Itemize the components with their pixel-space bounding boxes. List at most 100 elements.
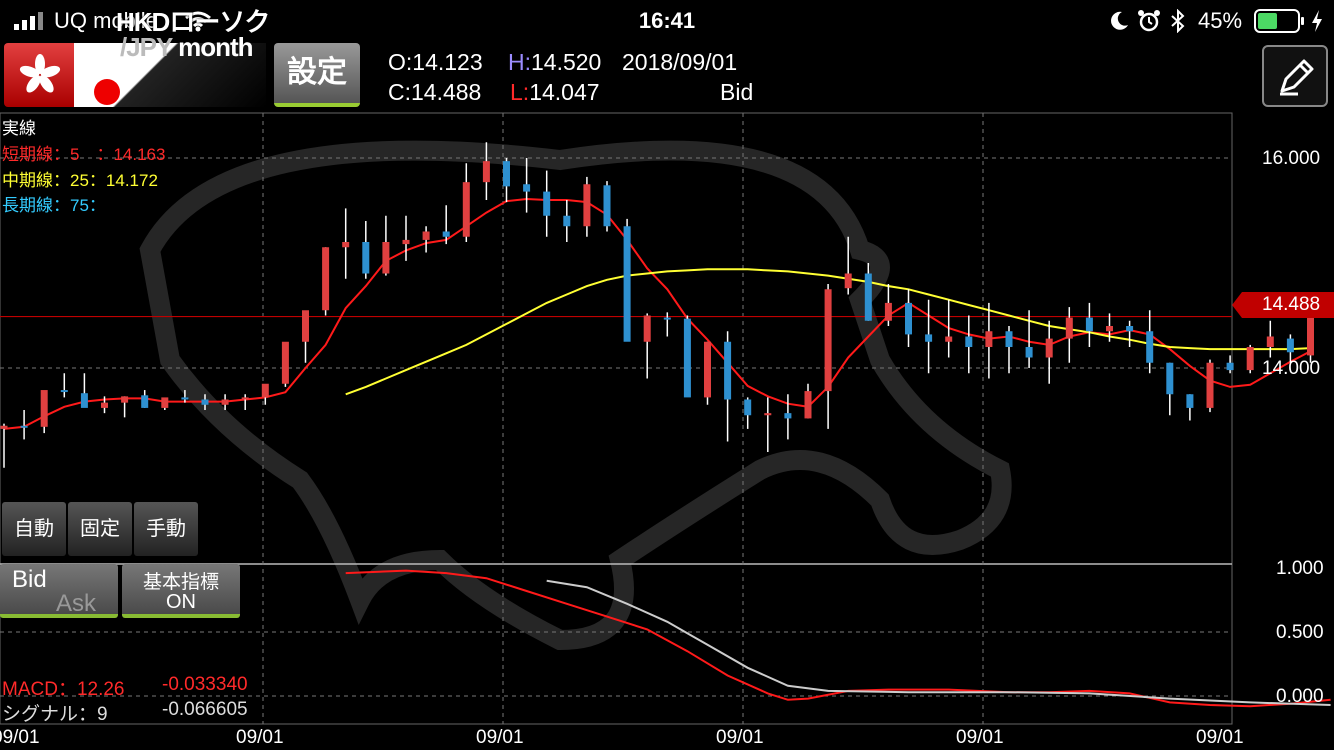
price-tick-14: 14.000 [1262,358,1321,379]
candle-body [0,425,8,429]
candle-body [322,247,330,311]
candle [60,373,68,398]
candle-body [1286,338,1294,353]
candle-body [1307,316,1314,356]
candle [683,315,691,398]
candle [1206,359,1214,413]
candle-body [1045,338,1053,358]
candle [281,341,289,387]
candle [1246,344,1254,374]
candle [1146,310,1154,374]
candle-body [523,184,531,192]
indicator-toggle[interactable]: 基本指標 ON [122,564,240,618]
candle-body [864,273,872,321]
candle-body [261,383,269,398]
candle-body [241,397,249,400]
candle [342,208,350,279]
candle-body [101,402,108,408]
macd-value: -0.033340 [162,674,248,695]
bid-ask-toggle[interactable]: Bid Ask [0,564,118,618]
legend-long-ma: 長期線：75： [2,196,106,215]
candle [804,383,812,419]
candle [1005,326,1013,374]
candle-body [1226,362,1234,371]
current-price-tag: 14.488 [1232,292,1334,318]
date-tick-2: 09/01 [236,727,284,748]
candle [241,394,249,410]
price-chart[interactable] [0,0,1334,750]
candle [1307,313,1314,363]
candle-body [945,336,953,342]
candle [80,373,88,408]
candle-body [744,399,752,416]
candle [764,397,772,452]
candle-body [281,341,289,384]
candle-body [1025,347,1033,358]
candle [1186,394,1194,421]
date-tick-1: 09/01 [0,727,40,748]
candle [724,331,732,442]
scale-manual-button[interactable]: 手動 [134,502,198,556]
macd-label: MACD：12.26 [2,679,125,700]
price-tick-16: 16.000 [1262,148,1321,169]
candle [1226,355,1234,374]
indicator-state: ON [166,591,196,613]
candle-body [643,315,651,342]
signal-value: -0.066605 [162,699,248,720]
candle [141,390,149,408]
candle [422,226,430,253]
scale-fixed-button[interactable]: 固定 [68,502,132,556]
watermark-logo [139,140,1012,651]
candle-body [965,336,973,347]
candle [563,200,571,242]
candle [462,163,470,242]
macd-tick-1: 1.000 [1276,558,1324,579]
candle [1045,320,1053,384]
candle [1166,362,1174,416]
candle-body [302,310,309,342]
candle-body [905,302,912,335]
candle [643,313,651,379]
candle-body [1266,336,1274,347]
candle-body [80,393,88,408]
candle-body [342,242,350,248]
candle-body [1126,326,1134,332]
candle-body [603,185,611,227]
candle-body [1065,317,1073,339]
candle-body [1246,347,1254,371]
candle-body [362,242,370,274]
candle [402,215,410,261]
candle-body [1186,394,1194,408]
candle-body [121,396,129,403]
date-tick-6: 09/01 [1196,727,1244,748]
candle-body [1005,331,1013,347]
candle [884,284,892,326]
candle [322,247,330,316]
candle-body [804,391,812,419]
legend-short-ma: 短期線：5 ：14.163 [2,145,166,164]
candle-body [1166,362,1174,395]
candle [0,423,8,468]
candle-body [482,161,490,183]
candle-body [985,331,993,347]
candle-body [402,239,410,245]
candle-body [724,341,732,400]
candle-body [764,413,772,416]
candle-body [623,226,631,342]
current-price-value: 14.488 [1262,294,1321,315]
candle [925,299,933,374]
signal-label: シグナル：9 [2,704,108,725]
legend-mid-ma: 中期線：25：14.172 [2,171,158,190]
candle-body [161,397,169,408]
candle-body [1146,331,1154,363]
candle [603,181,611,232]
candle-body [704,341,711,398]
ask-label: Ask [56,590,97,617]
candle-body [40,390,48,427]
candle-body [543,191,551,216]
candle [40,390,48,434]
candle [503,158,510,203]
candle [784,394,792,440]
scale-auto-button[interactable]: 自動 [2,502,66,556]
candle-body [844,273,852,289]
